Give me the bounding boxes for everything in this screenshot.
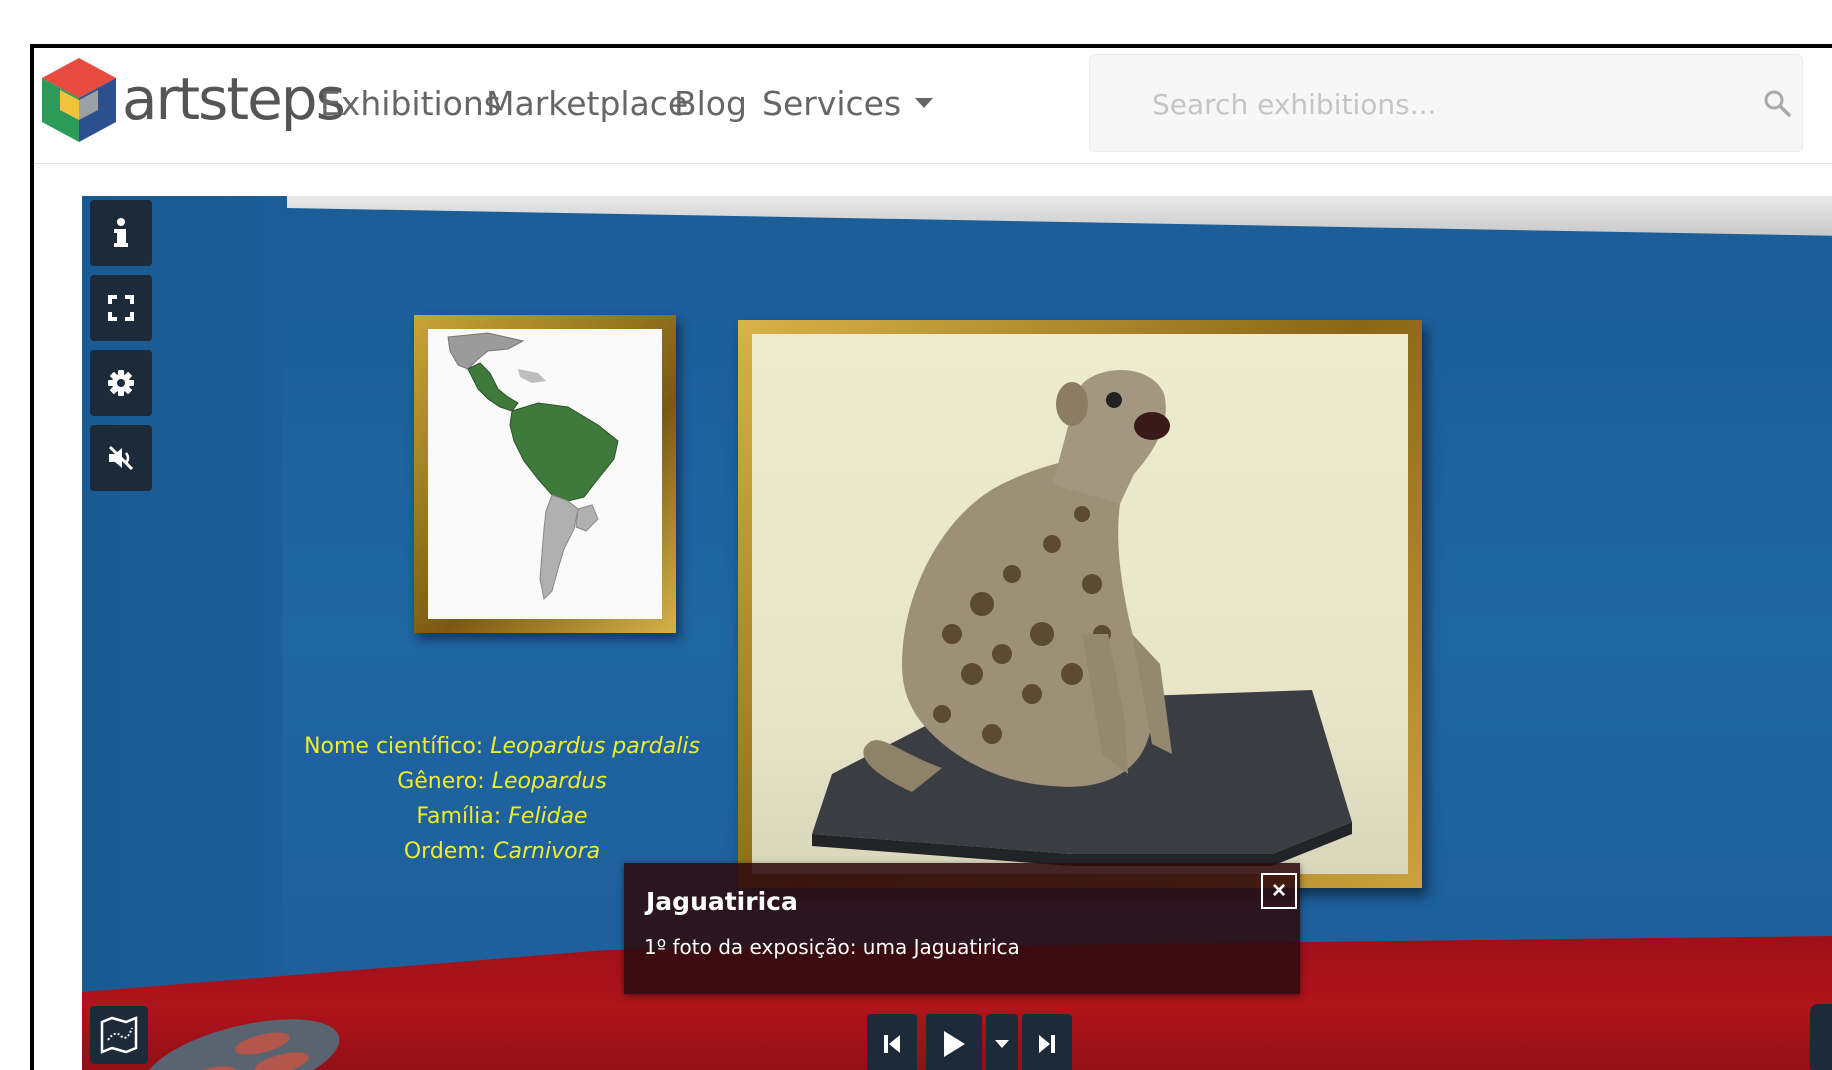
caption-family: Família: Felidae	[292, 799, 712, 834]
info-button[interactable]	[90, 200, 152, 266]
jaguatirica-photo	[752, 334, 1408, 874]
caption-scientific-name: Nome científico: Leopardus pardalis	[292, 729, 712, 764]
search-icon[interactable]	[1762, 88, 1792, 118]
play-icon	[944, 1031, 965, 1057]
artwork-info-popup: Jaguatirica 1º foto da exposição: uma Ja…	[624, 863, 1300, 994]
brand-name[interactable]: artsteps	[122, 64, 346, 134]
fullscreen-icon	[108, 295, 134, 321]
previous-icon	[884, 1035, 900, 1053]
nav-exhibitions[interactable]: Exhibitions	[320, 84, 501, 124]
fullscreen-button[interactable]	[90, 275, 152, 341]
top-navbar: artsteps Exhibitions Marketplace Blog Se…	[34, 48, 1832, 164]
caption-value: Felidae	[508, 804, 588, 829]
nav-blog[interactable]: Blog	[674, 84, 747, 124]
nav-marketplace[interactable]: Marketplace	[486, 84, 688, 124]
distribution-map-image	[447, 332, 619, 601]
photo-artwork-frame[interactable]	[738, 320, 1422, 888]
floorplan-map-icon	[100, 1016, 138, 1054]
previous-artwork-button[interactable]	[867, 1014, 917, 1070]
caption-value: Carnivora	[493, 839, 601, 864]
artsteps-logo-icon[interactable]	[38, 54, 120, 146]
caret-down-icon	[915, 97, 934, 108]
nav-services-dropdown[interactable]: Services	[762, 84, 934, 124]
map-artwork-frame[interactable]	[414, 315, 676, 633]
settings-gear-icon	[108, 370, 134, 396]
dropdown-icon	[995, 1040, 1009, 1048]
species-caption: Nome científico: Leopardus pardalis Gêne…	[292, 729, 712, 869]
rug-spot	[179, 1061, 239, 1070]
caption-label: Nome científico:	[304, 734, 491, 759]
popup-close-button[interactable]: ×	[1261, 873, 1297, 909]
caption-value: Leopardus	[491, 769, 607, 794]
americas-distribution-map	[428, 329, 662, 619]
map-view-button[interactable]	[90, 1006, 148, 1064]
caption-label: Família:	[416, 804, 509, 829]
info-icon	[114, 218, 128, 247]
exhibition-3d-viewer[interactable]: Nome científico: Leopardus pardalis Gêne…	[82, 196, 1832, 1070]
caption-label: Ordem:	[403, 839, 494, 864]
play-tour-button[interactable]	[926, 1014, 982, 1070]
mute-icon	[108, 445, 134, 471]
popup-description: 1º foto da exposição: uma Jaguatirica	[644, 935, 1020, 959]
next-icon	[1039, 1035, 1055, 1053]
search-input[interactable]	[1150, 77, 1714, 131]
ocelot-specimen-image	[812, 370, 1352, 866]
popup-title: Jaguatirica	[646, 887, 798, 916]
tour-options-dropdown[interactable]	[986, 1014, 1018, 1070]
right-panel-tab[interactable]	[1810, 1004, 1832, 1070]
caption-genus: Gênero: Leopardus	[292, 764, 712, 799]
next-artwork-button[interactable]	[1022, 1014, 1072, 1070]
caption-value: Leopardus pardalis	[490, 734, 700, 759]
caption-label: Gênero:	[397, 769, 492, 794]
browser-viewport: artsteps Exhibitions Marketplace Blog Se…	[30, 44, 1832, 1070]
search-box	[1089, 54, 1803, 152]
nav-services-label: Services	[762, 84, 902, 123]
settings-button[interactable]	[90, 350, 152, 416]
mute-button[interactable]	[90, 425, 152, 491]
